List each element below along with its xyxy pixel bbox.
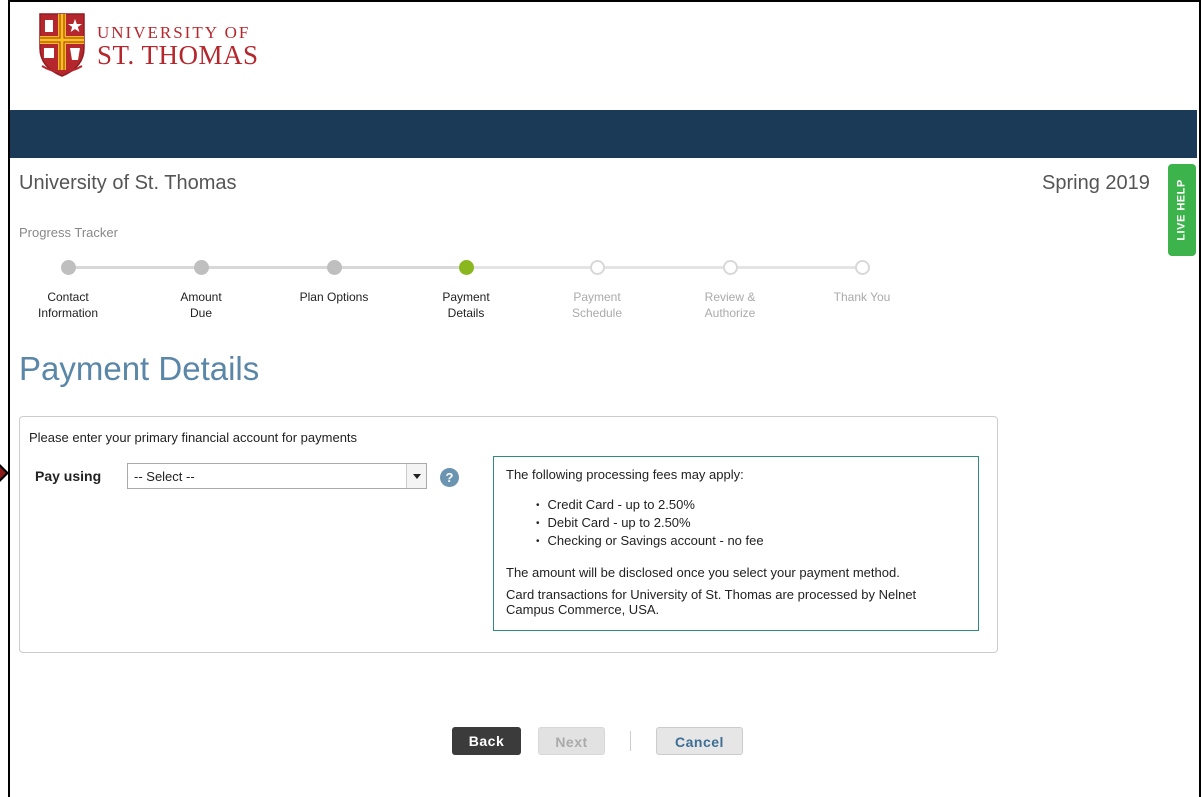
- progress-step: Amount Due: [136, 260, 266, 321]
- help-icon[interactable]: ?: [440, 468, 459, 487]
- step-label: Review & Authorize: [665, 289, 795, 321]
- progress-tracker-title: Progress Tracker: [19, 225, 118, 240]
- step-label: Plan Options: [269, 289, 399, 305]
- top-navbar: [10, 110, 1197, 158]
- progress-step: Contact Information: [3, 260, 133, 321]
- fee-list: Credit Card - up to 2.50% Debit Card - u…: [536, 497, 966, 551]
- step-label-line2: Information: [37, 306, 99, 320]
- step-label-line1: Thank You: [833, 290, 891, 304]
- progress-step: Thank You: [797, 260, 927, 305]
- logo-line2: ST. THOMAS: [97, 40, 259, 70]
- school-name: University of St. Thomas: [19, 172, 237, 194]
- step-label-line2: Schedule: [571, 306, 623, 320]
- step-label: Payment Details: [401, 289, 531, 321]
- step-label-line2: Due: [189, 306, 212, 320]
- step-label-line2: Details: [447, 306, 485, 320]
- page-title: Payment Details: [19, 350, 260, 387]
- back-button[interactable]: Back: [452, 727, 521, 755]
- fee-item: Checking or Savings account - no fee: [536, 533, 966, 551]
- progress-step: Payment Schedule: [532, 260, 662, 321]
- fee-item: Debit Card - up to 2.50%: [536, 515, 966, 533]
- fee-title: The following processing fees may apply:: [506, 467, 744, 482]
- progress-step: Plan Options: [269, 260, 399, 305]
- step-label-line1: Plan Options: [299, 290, 369, 304]
- fee-info-box: The following processing fees may apply:…: [493, 456, 979, 631]
- step-dot-icon: [589, 260, 605, 275]
- step-dot-icon: [722, 260, 738, 275]
- term-label: Spring 2019: [1042, 172, 1150, 194]
- payment-panel: Please enter your primary financial acco…: [19, 416, 998, 653]
- crest-icon: [36, 12, 88, 78]
- progress-step: Payment Details: [401, 260, 531, 321]
- step-label: Contact Information: [3, 289, 133, 321]
- step-label: Amount Due: [136, 289, 266, 321]
- pay-using-label: Pay using: [35, 468, 102, 484]
- step-dot-icon: [326, 260, 342, 275]
- step-label-line1: Amount: [180, 290, 222, 304]
- live-help-label: LIVE HELP: [1176, 179, 1188, 241]
- next-button[interactable]: Next: [538, 727, 605, 755]
- pay-using-select[interactable]: -- Select --: [127, 463, 427, 489]
- step-label-line1: Contact: [47, 290, 89, 304]
- fee-note: The amount will be disclosed once you se…: [506, 565, 900, 580]
- university-logo[interactable]: UNIVERSITY OF ST. THOMAS: [36, 12, 259, 78]
- step-label: Payment Schedule: [532, 289, 662, 321]
- step-dot-icon: [60, 260, 76, 275]
- button-divider: [630, 731, 631, 751]
- progress-step: Review & Authorize: [665, 260, 795, 321]
- step-dot-icon: [854, 260, 870, 275]
- cancel-button[interactable]: Cancel: [656, 727, 743, 755]
- step-label-line2: Authorize: [704, 306, 756, 320]
- panel-intro: Please enter your primary financial acco…: [29, 430, 358, 445]
- pointer-arrow-icon: [0, 464, 9, 482]
- fee-processor-note: Card transactions for University of St. …: [506, 587, 917, 617]
- step-label-line1: Review &: [704, 290, 756, 304]
- step-label-line1: Payment: [573, 290, 621, 304]
- step-label: Thank You: [797, 289, 927, 305]
- live-help-tab[interactable]: LIVE HELP: [1168, 164, 1196, 256]
- pay-using-selected-value: -- Select --: [134, 469, 195, 484]
- logo-wordmark: UNIVERSITY OF ST. THOMAS: [97, 24, 259, 70]
- step-dot-icon: [193, 260, 209, 275]
- fee-item: Credit Card - up to 2.50%: [536, 497, 966, 515]
- chevron-down-icon[interactable]: [406, 464, 426, 488]
- step-label-line1: Payment: [442, 290, 490, 304]
- step-dot-icon: [458, 260, 474, 275]
